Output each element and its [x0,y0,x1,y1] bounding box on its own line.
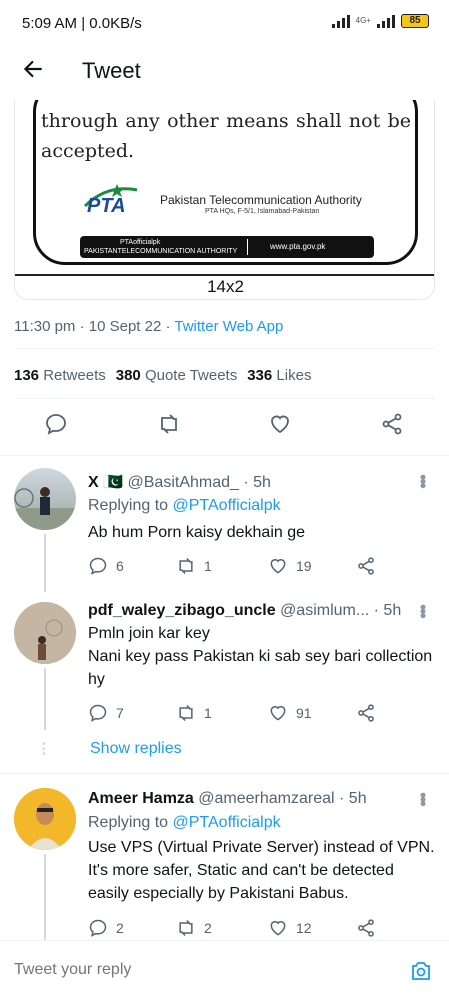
share-icon [358,919,374,937]
tweet-source-link[interactable]: Twitter Web App [174,318,283,335]
reply-author[interactable]: Ameer Hamza @ameerhamzareal · 5h [88,790,367,808]
likes-stat[interactable]: 336 Likes [247,367,311,384]
reply-action-bar: 6 1 19 [88,556,388,578]
reply-text: Ab hum Porn kaisy dekhain ge [88,524,306,541]
like-button[interactable]: 19 [268,556,312,576]
page-title: Tweet [82,58,141,83]
poster-image: through any other means shall not be acc… [15,100,434,276]
retweets-stat[interactable]: 136 Retweets [14,367,106,384]
mention-link[interactable]: @PTAofficialpk [173,497,281,514]
reply-author[interactable]: X 🇵🇰 @BasitAhmad_ · 5h [88,472,271,492]
retweet-icon [179,704,193,722]
more-options-icon[interactable]: ••• [412,792,433,805]
arrow-left-icon[interactable] [20,56,46,82]
thread-line [44,854,46,940]
show-replies-link[interactable]: Show replies [90,740,182,758]
tweet-stats: 136 Retweets 380 Quote Tweets 336 Likes [14,367,311,384]
share-icon [358,557,374,575]
replying-to: Replying to @PTAofficialpk [88,814,281,831]
reply-button[interactable]: 6 [88,556,124,576]
status-icons: 4G+ 85 [331,14,429,28]
retweet-button[interactable]: 2 [176,918,212,938]
reply-author[interactable]: pdf_waley_zibago_uncle @asimlum... · 5h [88,602,401,620]
reply-button[interactable]: 7 [88,703,124,723]
pta-logo-icon: PTA [77,182,157,216]
org-address: PTA HQs, F-5/1, Islamabad-Pakistan [205,208,320,215]
retweet-icon[interactable] [157,412,185,440]
share-icon[interactable] [380,412,408,440]
reply-button[interactable]: 2 [88,918,124,938]
reply-action-bar: 7 1 91 [88,703,388,725]
status-time: 5:09 AM | 0.0KB/s [22,15,142,32]
reply-icon[interactable] [44,412,72,440]
tweet-media-card[interactable]: through any other means shall not be acc… [14,100,435,300]
replying-to: Replying to @PTAofficialpk [88,497,281,514]
signal-icon [331,14,350,28]
reply-icon [89,557,107,575]
like-icon [270,706,286,721]
like-button[interactable]: 12 [268,918,312,938]
divider [14,348,435,349]
divider [0,773,449,774]
status-bar: 5:09 AM | 0.0KB/s 4G+ 85 [0,0,449,44]
social-name: PAKISTANTELECOMMUNICATION AUTHORITY [84,248,238,255]
reply-composer [0,940,449,999]
retweet-button[interactable]: 1 [176,556,212,576]
mention-link[interactable]: @PTAofficialpk [173,814,281,831]
media-caption: 14x2 [207,277,244,296]
share-button[interactable] [356,918,376,938]
more-options-icon[interactable]: ••• [412,474,433,487]
reply-icon [89,704,107,722]
avatar[interactable] [14,602,76,664]
share-icon [358,704,374,722]
reply-input[interactable] [14,961,364,979]
reply-action-bar: 2 2 12 [88,918,388,940]
timestamp-text: 11:30 pm · 10 Sept 22 · [14,318,175,335]
share-button[interactable] [356,556,376,576]
more-options-icon[interactable]: ••• [412,604,433,617]
like-icon[interactable] [268,412,296,440]
thread-line [44,534,46,592]
retweet-icon [179,919,193,937]
org-name: Pakistan Telecommunication Authority [160,193,362,207]
like-icon [270,921,286,936]
like-button[interactable]: 91 [268,703,312,723]
signal-icon-2 [377,14,395,28]
website-url: www.pta.gov.pk [270,242,326,251]
avatar[interactable] [14,468,76,530]
share-button[interactable] [356,703,376,723]
retweet-button[interactable]: 1 [176,703,212,723]
flag-icon: 🇵🇰 [103,474,124,491]
network-type-label: 4G+ [355,16,371,25]
camera-icon[interactable] [409,959,433,983]
divider [0,455,449,456]
top-app-bar: Tweet [0,44,449,100]
avatar[interactable] [14,788,76,850]
battery-icon: 85 [401,14,429,28]
reply-text: Use VPS (Virtual Private Server) instead… [88,839,435,902]
footer-divider [247,239,248,255]
svg-text:PTA: PTA [87,195,126,216]
retweet-icon [179,557,193,575]
reply-icon [89,919,107,937]
tweet-action-bar [0,412,449,446]
like-icon [270,559,286,574]
divider [14,398,435,399]
thread-line [44,668,46,730]
tweet-timestamp: 11:30 pm · 10 Sept 22 · Twitter Web App [14,318,283,335]
poster-body-text: through any other means shall not be acc… [41,110,411,162]
poster-footer-bar: PTAofficialpk PAKISTANTELECOMMUNICATION … [80,236,374,258]
thread-dots: • • • [42,739,46,760]
reply-text: Pmln join kar key Nani key pass Pakistan… [88,625,433,688]
quote-tweets-stat[interactable]: 380 Quote Tweets [116,367,237,384]
social-handle: PTAofficialpk [120,239,161,246]
